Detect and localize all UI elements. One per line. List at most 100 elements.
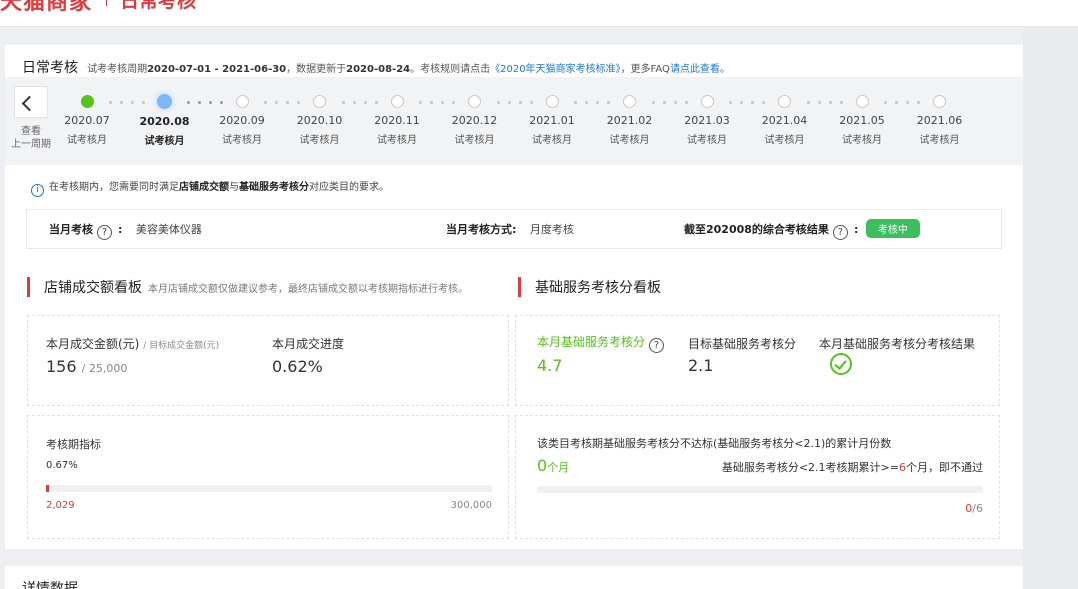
- faq-prefix: ，更多FAQ: [620, 64, 670, 75]
- section-accent: [518, 277, 521, 297]
- details-card: 详情数据: [5, 566, 1023, 589]
- title-end: 。: [719, 64, 730, 75]
- target-score-value: 2.1: [688, 356, 714, 375]
- brand-logo[interactable]: 天猫商家: [0, 0, 92, 16]
- service-title: 基础服务考核分看板: [535, 280, 661, 296]
- notice-service: 基础服务考核分: [239, 182, 309, 193]
- service-period-box: 该类目考核期基础服务考核分不达标(基础服务考核分<2.1)的累计月份数 0个月 …: [515, 415, 1000, 539]
- period-percent: 0.67%: [46, 460, 78, 471]
- count-total: /6: [972, 502, 983, 515]
- timeline-month-type: 试考核月: [687, 135, 727, 146]
- method-label: 当月考核方式:: [446, 223, 517, 236]
- timeline-month-type: 试考核月: [609, 135, 650, 146]
- faq-link[interactable]: 请点此查看: [670, 64, 720, 75]
- sales-period-box: 考核期指标 0.67% 2,029 300,000: [27, 415, 509, 539]
- timeline-month-type: 试考核月: [532, 135, 572, 146]
- score-label: 本月基础服务考核分?: [537, 333, 670, 353]
- timeline-status-icon: [778, 95, 791, 108]
- sales-note: 本月店铺成交额仅做建议参考，最终店铺成交额以考核期指标进行考核。: [148, 284, 468, 295]
- timeline-month-type: 试考核月: [144, 136, 185, 147]
- progress-value: 0.62%: [272, 357, 323, 376]
- timeline-month-label: 2021.03: [684, 114, 730, 127]
- target-wrap: / 25,000: [81, 362, 128, 375]
- period-progress-fill: [46, 485, 49, 492]
- status-badge: 考核中: [865, 219, 920, 238]
- method-value: 月度考核: [529, 223, 574, 236]
- timeline-status-icon: [235, 95, 249, 108]
- rule-prefix: 基础服务考核分<2.1考核期累计>=: [721, 461, 899, 474]
- months-count: 0: [537, 456, 548, 475]
- timeline-month-label: 2020.09: [219, 114, 265, 127]
- timeline-status-icon: [933, 95, 946, 108]
- notice-suffix: 对应类目的要求。: [309, 182, 389, 193]
- overall-result: 截至202008的综合考核结果?: 考核中: [684, 219, 920, 240]
- timeline-month[interactable]: 2021.06 试考核月: [900, 95, 980, 146]
- timeline-month-label: 2021.04: [761, 114, 808, 127]
- month-assessment: 当月考核?: 美容美体仪器: [49, 221, 202, 240]
- header-subtitle: 日常考核: [120, 0, 197, 12]
- title-line: 日常考核 试考考核周期2020-07-01 - 2021-06-30，数据更新于…: [22, 57, 730, 77]
- timeline-status-icon: [390, 95, 404, 108]
- timeline-month-type: 试考核月: [919, 135, 960, 146]
- below-standard-title: 该类目考核期基础服务考核分不达标(基础服务考核分<2.1)的累计月份数: [537, 437, 892, 450]
- timeline-month-type: 试考核月: [67, 135, 107, 146]
- period-description: 试考考核周期2020-07-01 - 2021-06-30，数据更新于2020-…: [87, 64, 730, 75]
- timeline-month-label: 2020.08: [139, 115, 190, 128]
- timeline-status-icon: [80, 95, 94, 108]
- period-indicator-label: 考核期指标: [46, 438, 101, 451]
- period-range: 2020-07-01 - 2021-06-30: [147, 64, 287, 75]
- target-amount: 25,000: [88, 362, 128, 375]
- timeline-month-type: 试考核月: [222, 135, 262, 146]
- header-divider: [106, 0, 107, 6]
- top-bar: 天猫商家 日常考核: [0, 0, 1078, 27]
- updated-prefix: ，数据更新于: [286, 64, 347, 75]
- amount-value: 156 / 25,000: [46, 357, 127, 376]
- target-label-wrap: / 目标成交金额(元): [143, 341, 220, 351]
- rule-suffix: 个月，即不通过: [906, 461, 983, 474]
- months-count-readout: 0/6: [965, 502, 983, 515]
- page-title: 日常考核: [22, 60, 78, 76]
- timeline-status-icon: [855, 95, 869, 108]
- target-score-label: 目标基础服务考核分: [688, 337, 797, 351]
- details-title: 详情数据: [22, 581, 78, 589]
- timeline-month-type: 试考核月: [377, 135, 417, 146]
- colon: :: [118, 223, 123, 236]
- daily-assessment-card: 日常考核 试考考核周期2020-07-01 - 2021-06-30，数据更新于…: [5, 45, 1023, 549]
- notice-and: 与: [229, 182, 239, 193]
- sales-month-box: 本月成交金额(元) / 目标成交金额(元) 156 / 25,000 本月成交进…: [27, 315, 509, 406]
- help-icon[interactable]: ?: [832, 225, 848, 240]
- right-gutter: [1023, 27, 1078, 589]
- timeline-month-label: 2020.10: [296, 114, 343, 127]
- months-unit: 个月: [547, 461, 570, 474]
- score-value: 4.7: [537, 356, 563, 375]
- timeline-month-label: 2020.11: [374, 114, 420, 127]
- prev-period-button[interactable]: [14, 86, 48, 118]
- rules-prefix: 。考核规则请点击: [410, 64, 491, 75]
- updated-date: 2020-08-24: [346, 64, 411, 75]
- notice: i 在考核期内，您需要同时满足店铺成交额与基础服务考核分对应类目的要求。: [31, 178, 389, 197]
- timeline-month-label: 2021.01: [529, 114, 575, 127]
- months-value: 0个月: [537, 456, 569, 475]
- timeline-month-label: 2021.02: [606, 114, 653, 127]
- amount-label: 本月成交金额(元) / 目标成交金额(元): [46, 335, 219, 352]
- timeline-month-label: 2021.05: [839, 114, 885, 127]
- notice-prefix: 在考核期内，您需要同时满足: [49, 182, 179, 193]
- help-icon[interactable]: ?: [97, 225, 112, 240]
- service-month-box: 本月基础服务考核分? 4.7 目标基础服务考核分 2.1 本月基础服务考核分考核…: [515, 315, 1000, 406]
- timeline-status-icon: [623, 95, 636, 108]
- timeline-status-icon: [545, 95, 559, 108]
- rules-link[interactable]: 《2020年天猫商家考核标准》: [490, 64, 620, 75]
- category-value: 美容美体仪器: [135, 223, 202, 236]
- timeline-status-icon: [700, 95, 714, 108]
- check-circle-icon: [830, 353, 852, 375]
- rule-number: 6: [899, 461, 906, 474]
- timeline-status-icon: [313, 95, 326, 108]
- month-label: 当月考核: [49, 223, 93, 236]
- timeline-month-type: 试考核月: [454, 135, 495, 146]
- period-current: 2,029: [46, 500, 75, 511]
- chevron-left-icon: [21, 95, 38, 112]
- method: 当月考核方式: 月度考核: [446, 221, 574, 237]
- help-icon[interactable]: ?: [649, 338, 665, 353]
- service-section-header: 基础服务考核分看板: [518, 277, 661, 297]
- summary-bar: 当月考核?: 美容美体仪器 当月考核方式: 月度考核 截至202008的综合考核…: [26, 209, 1002, 249]
